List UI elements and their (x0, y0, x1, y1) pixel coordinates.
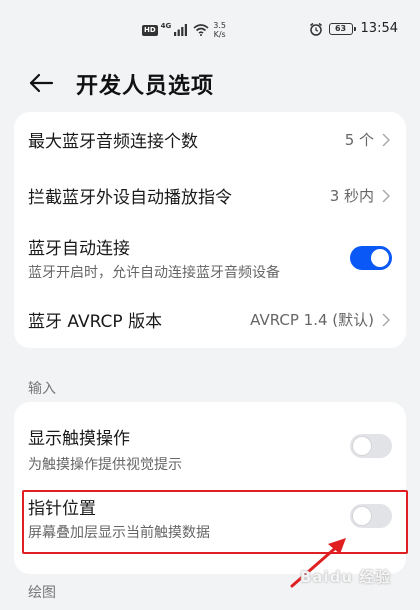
bluetooth-auto-connect-toggle[interactable] (350, 246, 392, 270)
row-subtitle: 蓝牙开启时，允许自动连接蓝牙音频设备 (28, 265, 280, 281)
show-touches-row[interactable]: 显示触摸操作 为触摸操作提供视觉提示 (14, 412, 406, 488)
row-value: 3 秒内 (329, 187, 374, 205)
row-title: 蓝牙自动连接 (28, 239, 130, 259)
speed-unit: K/s (213, 30, 226, 39)
show-touches-toggle[interactable] (350, 434, 392, 458)
signal-icon (174, 24, 188, 36)
section-header-input: 输入 (28, 381, 56, 397)
row-title: 最大蓝牙音频连接个数 (28, 132, 198, 152)
hd-badge: HD (142, 24, 158, 36)
network-type: 4G (160, 22, 172, 30)
battery-level: 63 (334, 23, 347, 33)
row-title: 蓝牙 AVRCP 版本 (28, 312, 163, 332)
clock: 13:54 (360, 21, 398, 36)
battery-icon: 63 (328, 22, 356, 35)
chevron-right-icon (382, 313, 390, 327)
baidu-watermark: Baidu 经验 (300, 568, 392, 586)
chevron-right-icon (382, 189, 390, 203)
row-value: AVRCP 1.4 (默认) (250, 311, 374, 329)
section-header-drawing: 绘图 (28, 585, 56, 601)
status-indicators: HD 4G 3.5 K/s (142, 21, 226, 39)
status-right: 63 13:54 (309, 21, 398, 36)
chevron-right-icon (382, 133, 390, 147)
row-value: 5 个 (344, 131, 374, 149)
wifi-icon (193, 24, 209, 36)
app-header: 开发人员选项 (0, 60, 420, 106)
row-title: 显示触摸操作 (28, 429, 130, 449)
speed-value: 3.5 (213, 21, 227, 30)
back-arrow-icon[interactable] (28, 70, 54, 96)
toggle-knob (371, 249, 389, 267)
bluetooth-settings-card: 最大蓝牙音频连接个数 5 个 拦截蓝牙外设自动播放指令 3 秒内 蓝牙自动连接 … (14, 112, 406, 348)
status-bar: HD 4G 3.5 K/s 63 13:54 (0, 0, 420, 58)
bluetooth-auto-connect-row[interactable]: 蓝牙自动连接 蓝牙开启时，允许自动连接蓝牙音频设备 (14, 224, 406, 292)
toggle-knob (353, 437, 371, 455)
row-title: 拦截蓝牙外设自动播放指令 (28, 188, 232, 208)
block-autoplay-command-row[interactable]: 拦截蓝牙外设自动播放指令 3 秒内 (14, 168, 406, 224)
row-subtitle: 为触摸操作提供视觉提示 (28, 457, 182, 473)
page-title: 开发人员选项 (76, 74, 215, 99)
max-bluetooth-audio-connections-row[interactable]: 最大蓝牙音频连接个数 5 个 (14, 112, 406, 168)
alarm-icon (309, 22, 322, 36)
bluetooth-avrcp-version-row[interactable]: 蓝牙 AVRCP 版本 AVRCP 1.4 (默认) (14, 292, 406, 348)
network-speed: 3.5 K/s (213, 21, 226, 39)
